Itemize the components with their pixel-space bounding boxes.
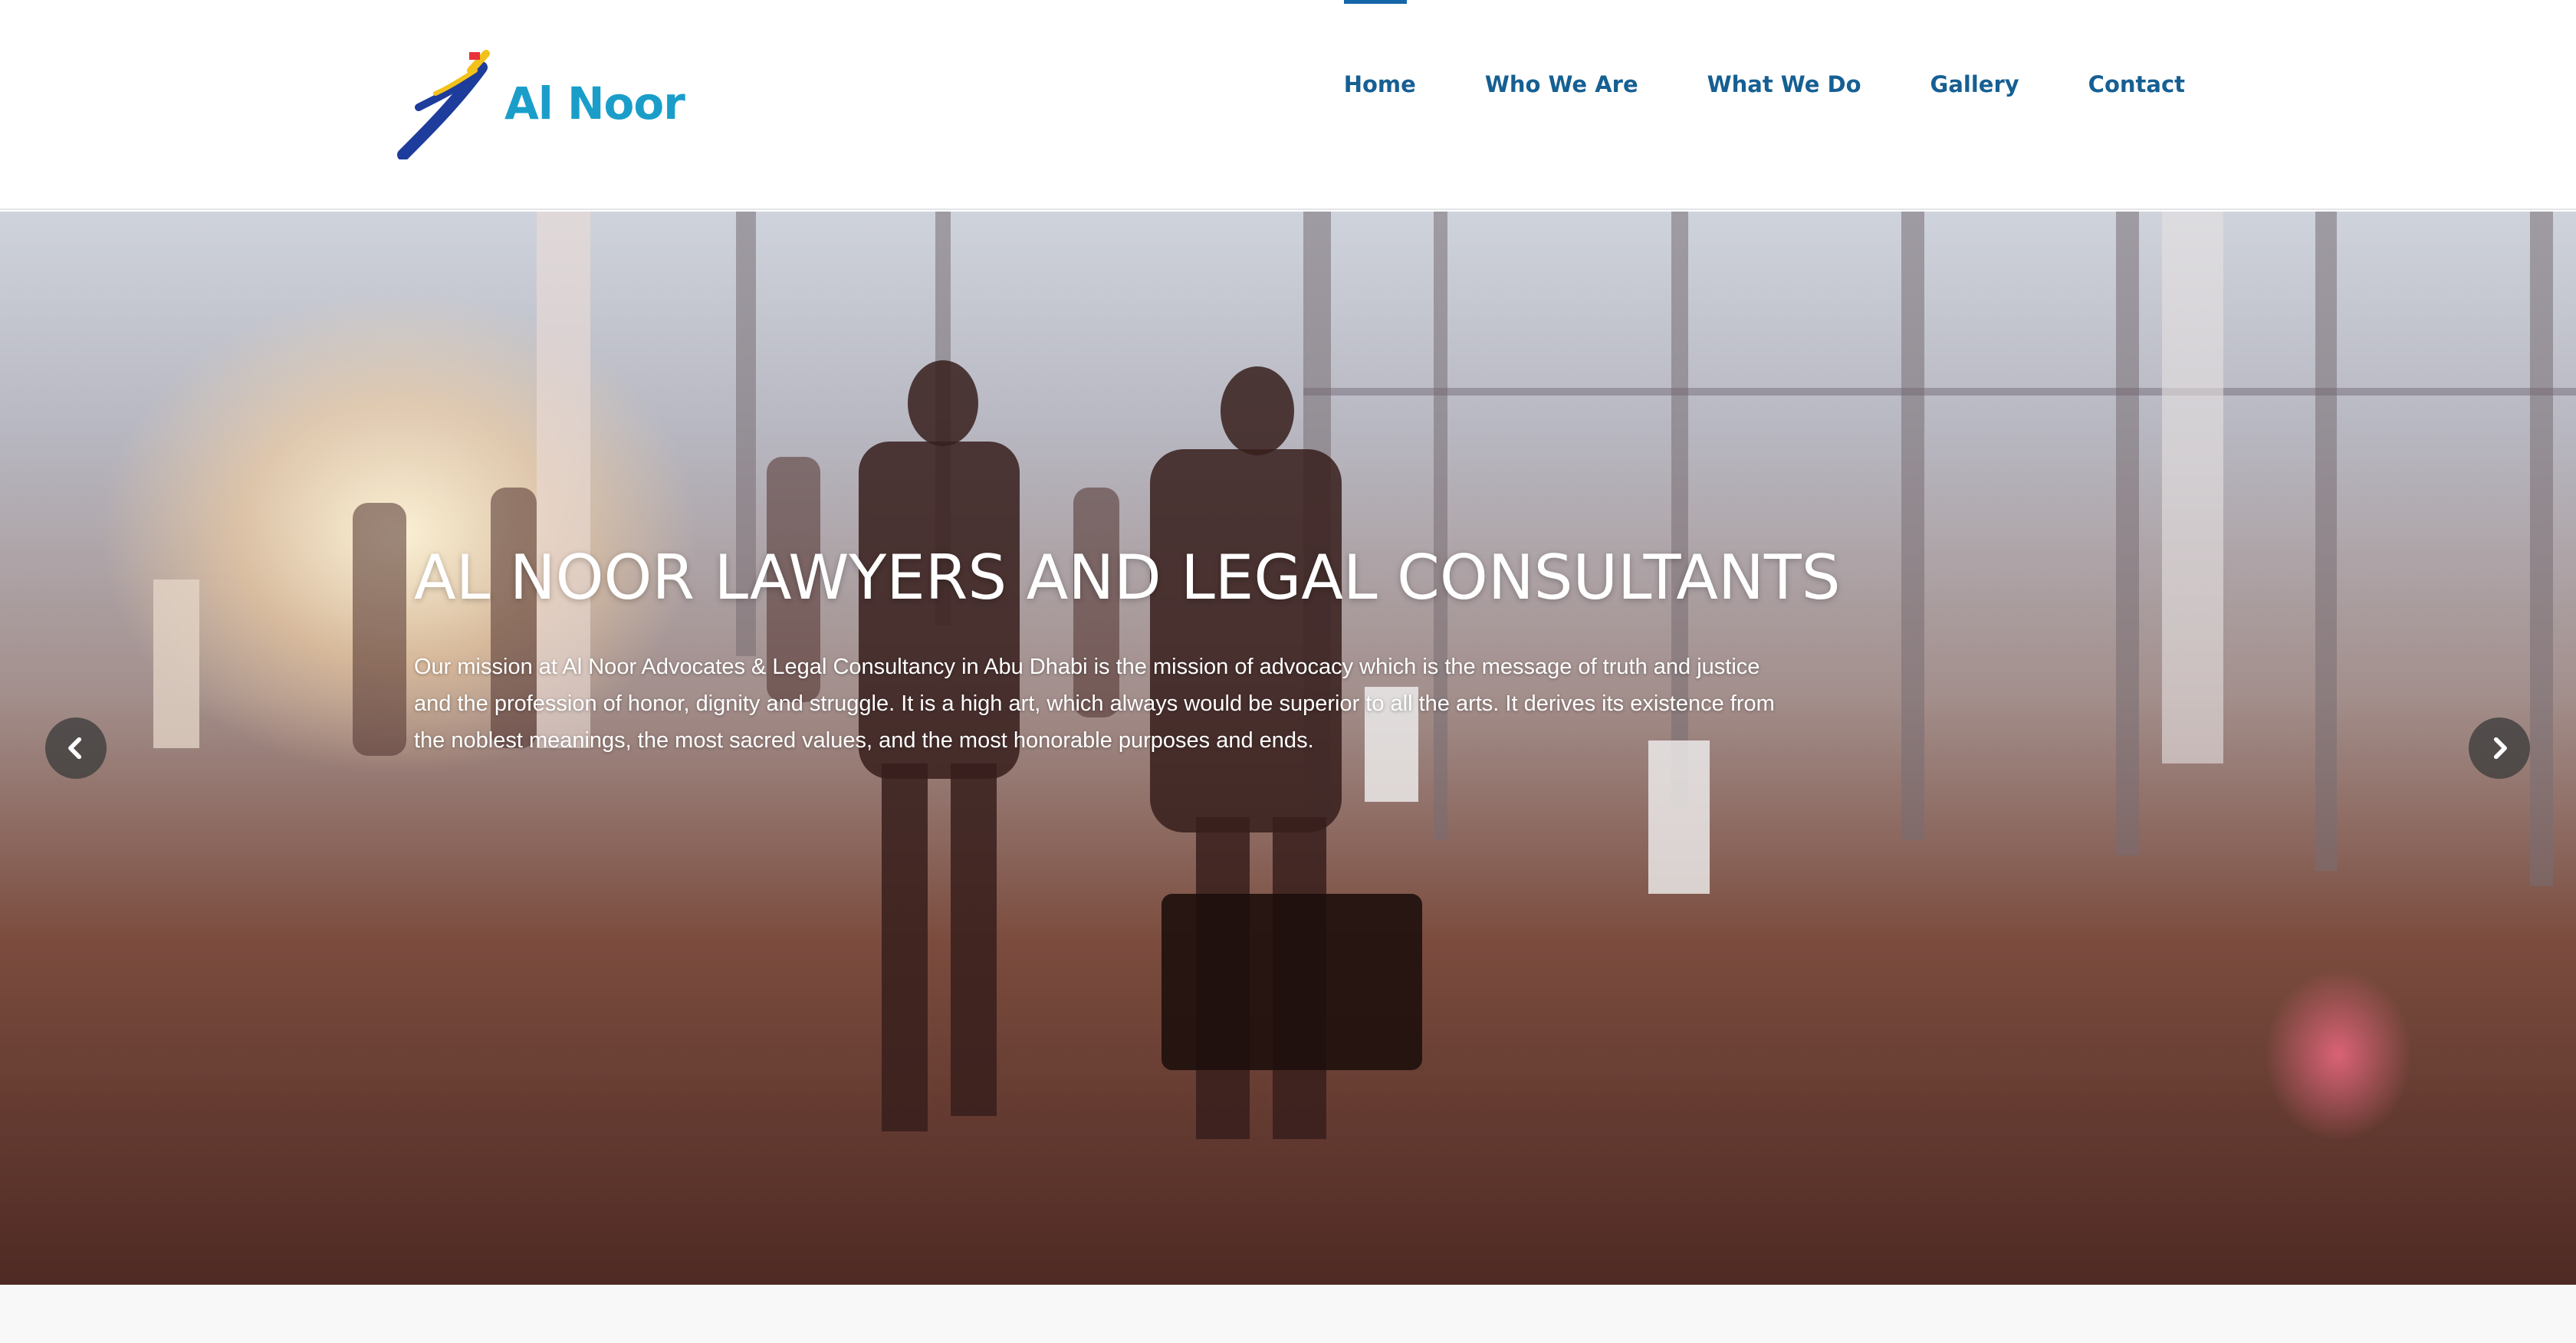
main-nav: Home Who We Are What We Do Gallery Conta… [1343, 0, 2185, 169]
nav-item-what-we-do[interactable]: What We Do [1673, 0, 1896, 169]
slider-next-button[interactable] [2469, 717, 2530, 779]
hero-description: Our mission at Al Noor Advocates & Legal… [414, 655, 1775, 753]
nav-item-contact[interactable]: Contact [2054, 0, 2185, 169]
logo-swoosh-icon [397, 50, 490, 159]
nav-item-gallery[interactable]: Gallery [1896, 0, 2054, 169]
slider-prev-button[interactable] [45, 717, 107, 779]
nav-item-home[interactable]: Home [1343, 0, 1451, 169]
site-header: Al Noor Home Who We Are What We Do Galle… [0, 0, 2576, 210]
hero-title: AL NOOR LAWYERS AND LEGAL CONSULTANTS [414, 542, 1841, 613]
nav-item-who-we-are[interactable]: Who We Are [1451, 0, 1673, 169]
chevron-right-icon [2493, 737, 2507, 760]
logo-text: Al Noor [504, 77, 685, 130]
content-section-top [0, 1285, 2576, 1343]
chevron-left-icon [68, 737, 82, 760]
hero-content: AL NOOR LAWYERS AND LEGAL CONSULTANTS Ou… [414, 542, 1841, 759]
hero-slider: AL NOOR LAWYERS AND LEGAL CONSULTANTS Ou… [0, 212, 2576, 1285]
site-logo[interactable]: Al Noor [396, 48, 685, 159]
